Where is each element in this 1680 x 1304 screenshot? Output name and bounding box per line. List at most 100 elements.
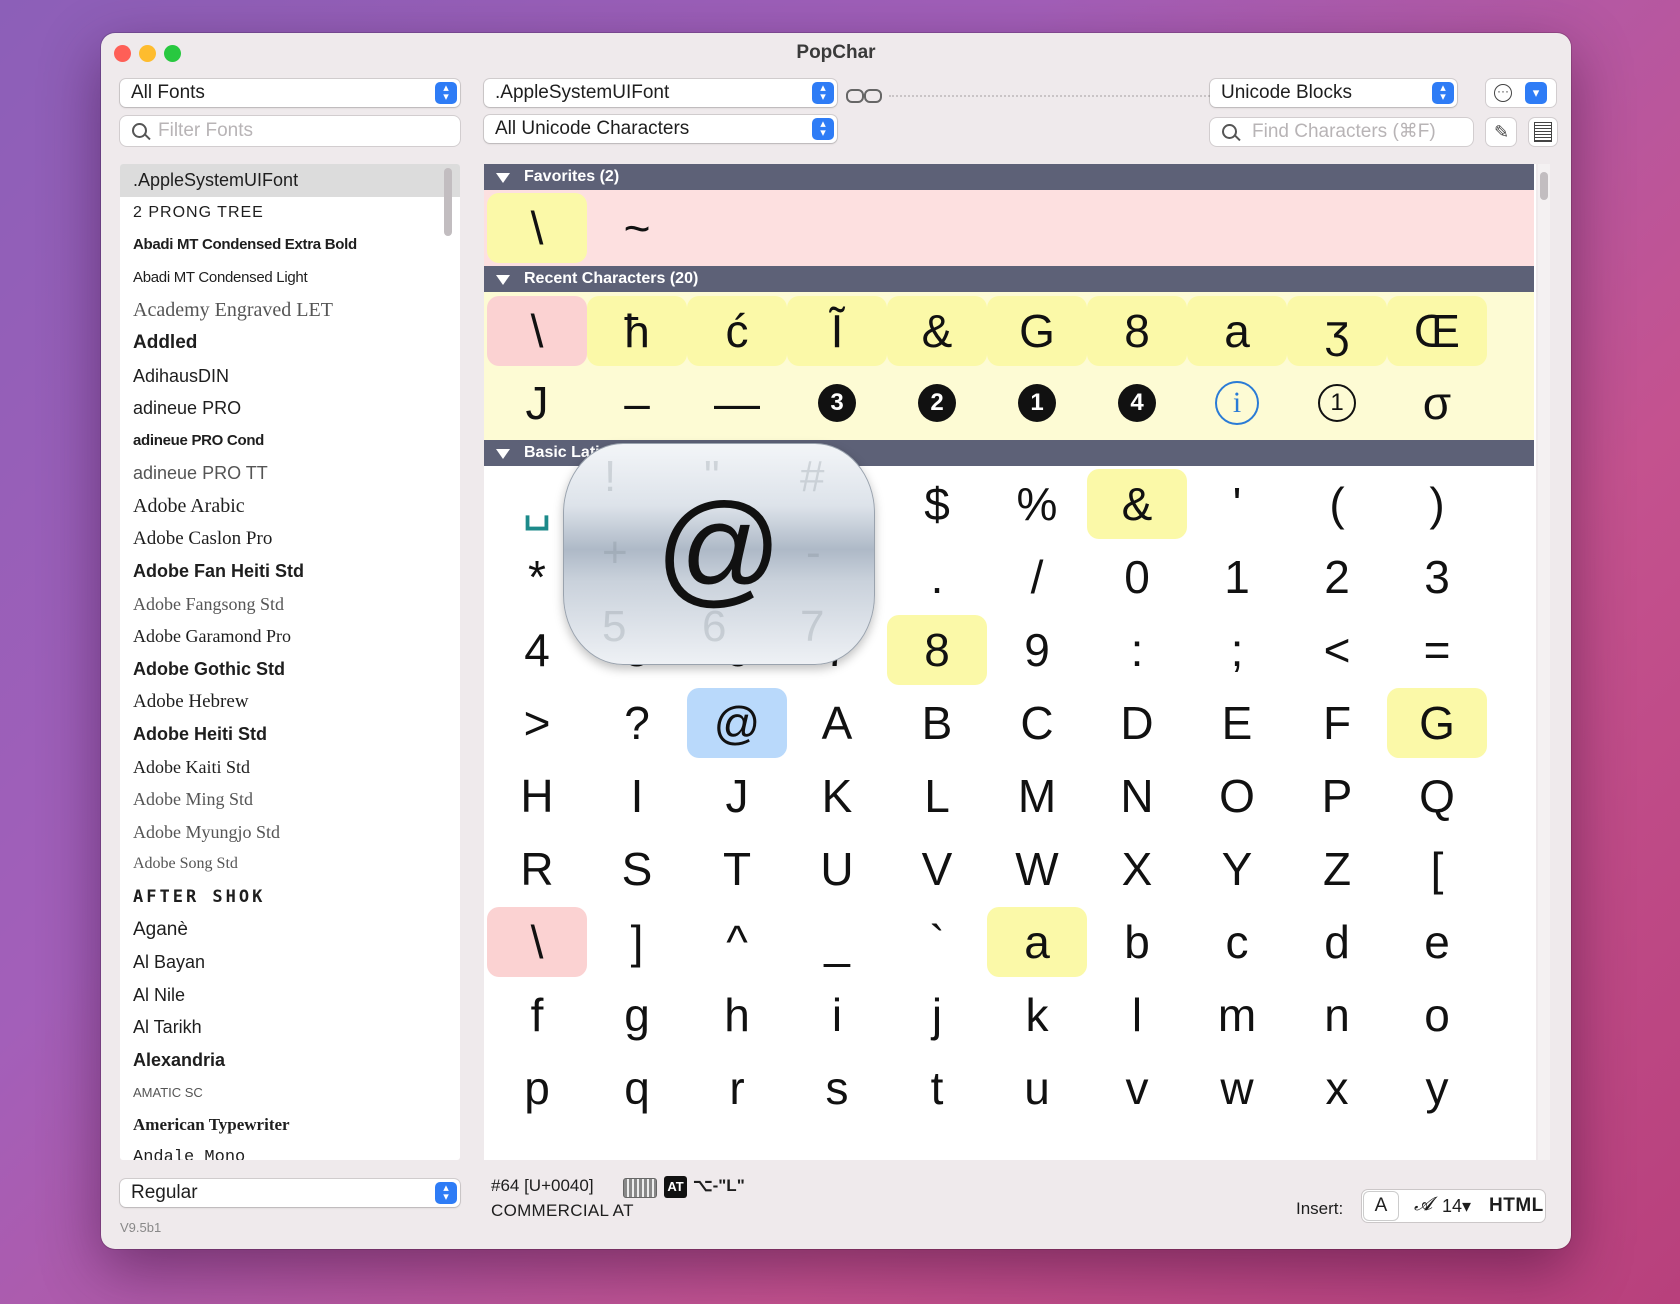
char-cell[interactable]: $ xyxy=(887,469,987,539)
char-cell[interactable]: ) xyxy=(1387,469,1487,539)
char-cell[interactable]: h xyxy=(687,980,787,1050)
edit-button[interactable]: ✎ xyxy=(1486,118,1516,146)
char-cell[interactable]: q xyxy=(587,1053,687,1123)
char-cell[interactable]: / xyxy=(987,542,1087,612)
char-cell[interactable]: Q xyxy=(1387,761,1487,831)
char-cell[interactable]: P xyxy=(1287,761,1387,831)
char-cell[interactable]: x xyxy=(1287,1053,1387,1123)
char-cell[interactable]: u xyxy=(987,1053,1087,1123)
char-cell[interactable]: \ xyxy=(487,907,587,977)
char-cell[interactable]: d xyxy=(1287,907,1387,977)
font-collection-popup[interactable]: All Fonts ▴ ▾ xyxy=(120,79,460,107)
font-list-item[interactable]: Al Nile xyxy=(120,979,460,1012)
char-cell[interactable]: 1 xyxy=(1187,542,1287,612)
char-cell[interactable]: f xyxy=(487,980,587,1050)
recent-char[interactable]: a xyxy=(1187,296,1287,366)
char-cell[interactable]: o xyxy=(1387,980,1487,1050)
char-cell[interactable]: k xyxy=(987,980,1087,1050)
char-cell[interactable]: ] xyxy=(587,907,687,977)
recent-char[interactable]: \ xyxy=(487,296,587,366)
font-list-item[interactable]: Academy Engraved LET xyxy=(120,294,460,327)
recent-char[interactable]: Ĩ xyxy=(787,296,887,366)
char-cell[interactable]: g xyxy=(587,980,687,1050)
char-cell[interactable]: i xyxy=(787,980,887,1050)
char-cell[interactable]: X xyxy=(1087,834,1187,904)
section-header-favorites[interactable]: Favorites (2) xyxy=(484,164,1534,190)
char-cell[interactable]: < xyxy=(1287,615,1387,685)
char-cell[interactable]: ' xyxy=(1187,469,1287,539)
char-cell-selected[interactable]: @ xyxy=(687,688,787,758)
char-cell[interactable]: S xyxy=(587,834,687,904)
char-cell[interactable]: G xyxy=(1387,688,1487,758)
char-cell[interactable]: K xyxy=(787,761,887,831)
char-cell[interactable]: % xyxy=(987,469,1087,539)
char-cell[interactable]: ^ xyxy=(687,907,787,977)
char-cell[interactable]: s xyxy=(787,1053,887,1123)
insert-html-button[interactable]: HTML xyxy=(1489,1195,1544,1217)
char-cell[interactable]: 0 xyxy=(1087,542,1187,612)
recent-char[interactable]: — xyxy=(687,368,787,438)
char-cell[interactable]: N xyxy=(1087,761,1187,831)
char-cell[interactable]: D xyxy=(1087,688,1187,758)
font-list-item[interactable]: Andale Mono xyxy=(120,1142,460,1160)
char-cell[interactable]: p xyxy=(487,1053,587,1123)
char-cell[interactable]: y xyxy=(1387,1053,1487,1123)
font-list-item[interactable]: Adobe Hebrew xyxy=(120,686,460,719)
font-list-item[interactable]: 2 PRONG TREE xyxy=(120,197,460,230)
recent-char[interactable]: & xyxy=(887,296,987,366)
char-cell[interactable]: 3 xyxy=(1387,542,1487,612)
char-cell[interactable]: U xyxy=(787,834,887,904)
char-cell[interactable]: A xyxy=(787,688,887,758)
char-cell[interactable]: H xyxy=(487,761,587,831)
insert-plain-button[interactable]: A xyxy=(1364,1192,1398,1220)
font-list-item[interactable]: Adobe Fangsong Std xyxy=(120,588,460,621)
font-list-item[interactable]: Alexandria xyxy=(120,1044,460,1077)
char-cell[interactable]: l xyxy=(1087,980,1187,1050)
font-list-item[interactable]: Adobe Ming Std xyxy=(120,783,460,816)
font-list-scrollbar[interactable] xyxy=(444,168,452,236)
font-list-item[interactable]: Adobe Fan Heiti Std xyxy=(120,555,460,588)
font-list-item[interactable]: Al Bayan xyxy=(120,946,460,979)
char-cell[interactable]: e xyxy=(1387,907,1487,977)
char-cell[interactable]: n xyxy=(1287,980,1387,1050)
char-cell[interactable]: j xyxy=(887,980,987,1050)
scroll-thumb[interactable] xyxy=(1540,172,1548,200)
recent-char[interactable]: i xyxy=(1187,368,1287,438)
char-cell[interactable]: B xyxy=(887,688,987,758)
char-cell[interactable]: 2 xyxy=(1287,542,1387,612)
char-cell[interactable]: > xyxy=(487,688,587,758)
grid-scrollbar[interactable] xyxy=(1538,164,1550,1160)
recent-char[interactable]: 1 xyxy=(1287,368,1387,438)
font-list-item[interactable]: Adobe Arabic xyxy=(120,490,460,523)
font-list-item[interactable]: Addled xyxy=(120,327,460,360)
font-list-item[interactable]: Al Tarikh xyxy=(120,1011,460,1044)
char-cell[interactable]: ? xyxy=(587,688,687,758)
style-popup[interactable]: Regular ▴ ▾ xyxy=(120,1179,460,1207)
recent-char[interactable]: 4 xyxy=(1087,368,1187,438)
font-size-popup[interactable]: 14▾ xyxy=(1442,1196,1471,1217)
recent-char[interactable]: 8 xyxy=(1087,296,1187,366)
char-cell[interactable]: c xyxy=(1187,907,1287,977)
char-cell[interactable]: _ xyxy=(787,907,887,977)
char-cell[interactable]: . xyxy=(887,542,987,612)
font-list-item[interactable]: Adobe Kaiti Std xyxy=(120,751,460,784)
favorite-char[interactable]: \ xyxy=(487,193,587,263)
char-cell[interactable]: w xyxy=(1187,1053,1287,1123)
char-cell[interactable]: C xyxy=(987,688,1087,758)
current-font-popup[interactable]: .AppleSystemUIFont ▴ ▾ xyxy=(484,79,837,107)
char-cell[interactable]: R xyxy=(487,834,587,904)
char-cell[interactable]: v xyxy=(1087,1053,1187,1123)
font-list-item[interactable]: Abadi MT Condensed Light xyxy=(120,262,460,295)
recent-char[interactable]: 3 xyxy=(787,368,887,438)
font-list-item[interactable]: AdihausDIN xyxy=(120,360,460,393)
char-cell[interactable]: V xyxy=(887,834,987,904)
char-cell[interactable]: E xyxy=(1187,688,1287,758)
recent-char[interactable]: ć xyxy=(687,296,787,366)
char-cell[interactable]: J xyxy=(687,761,787,831)
char-cell[interactable]: : xyxy=(1087,615,1187,685)
font-list-item[interactable]: adineue PRO Cond xyxy=(120,425,460,458)
char-cell[interactable]: L xyxy=(887,761,987,831)
char-cell[interactable]: t xyxy=(887,1053,987,1123)
font-list-item[interactable]: Adobe Myungjo Std xyxy=(120,816,460,849)
char-cell[interactable]: r xyxy=(687,1053,787,1123)
